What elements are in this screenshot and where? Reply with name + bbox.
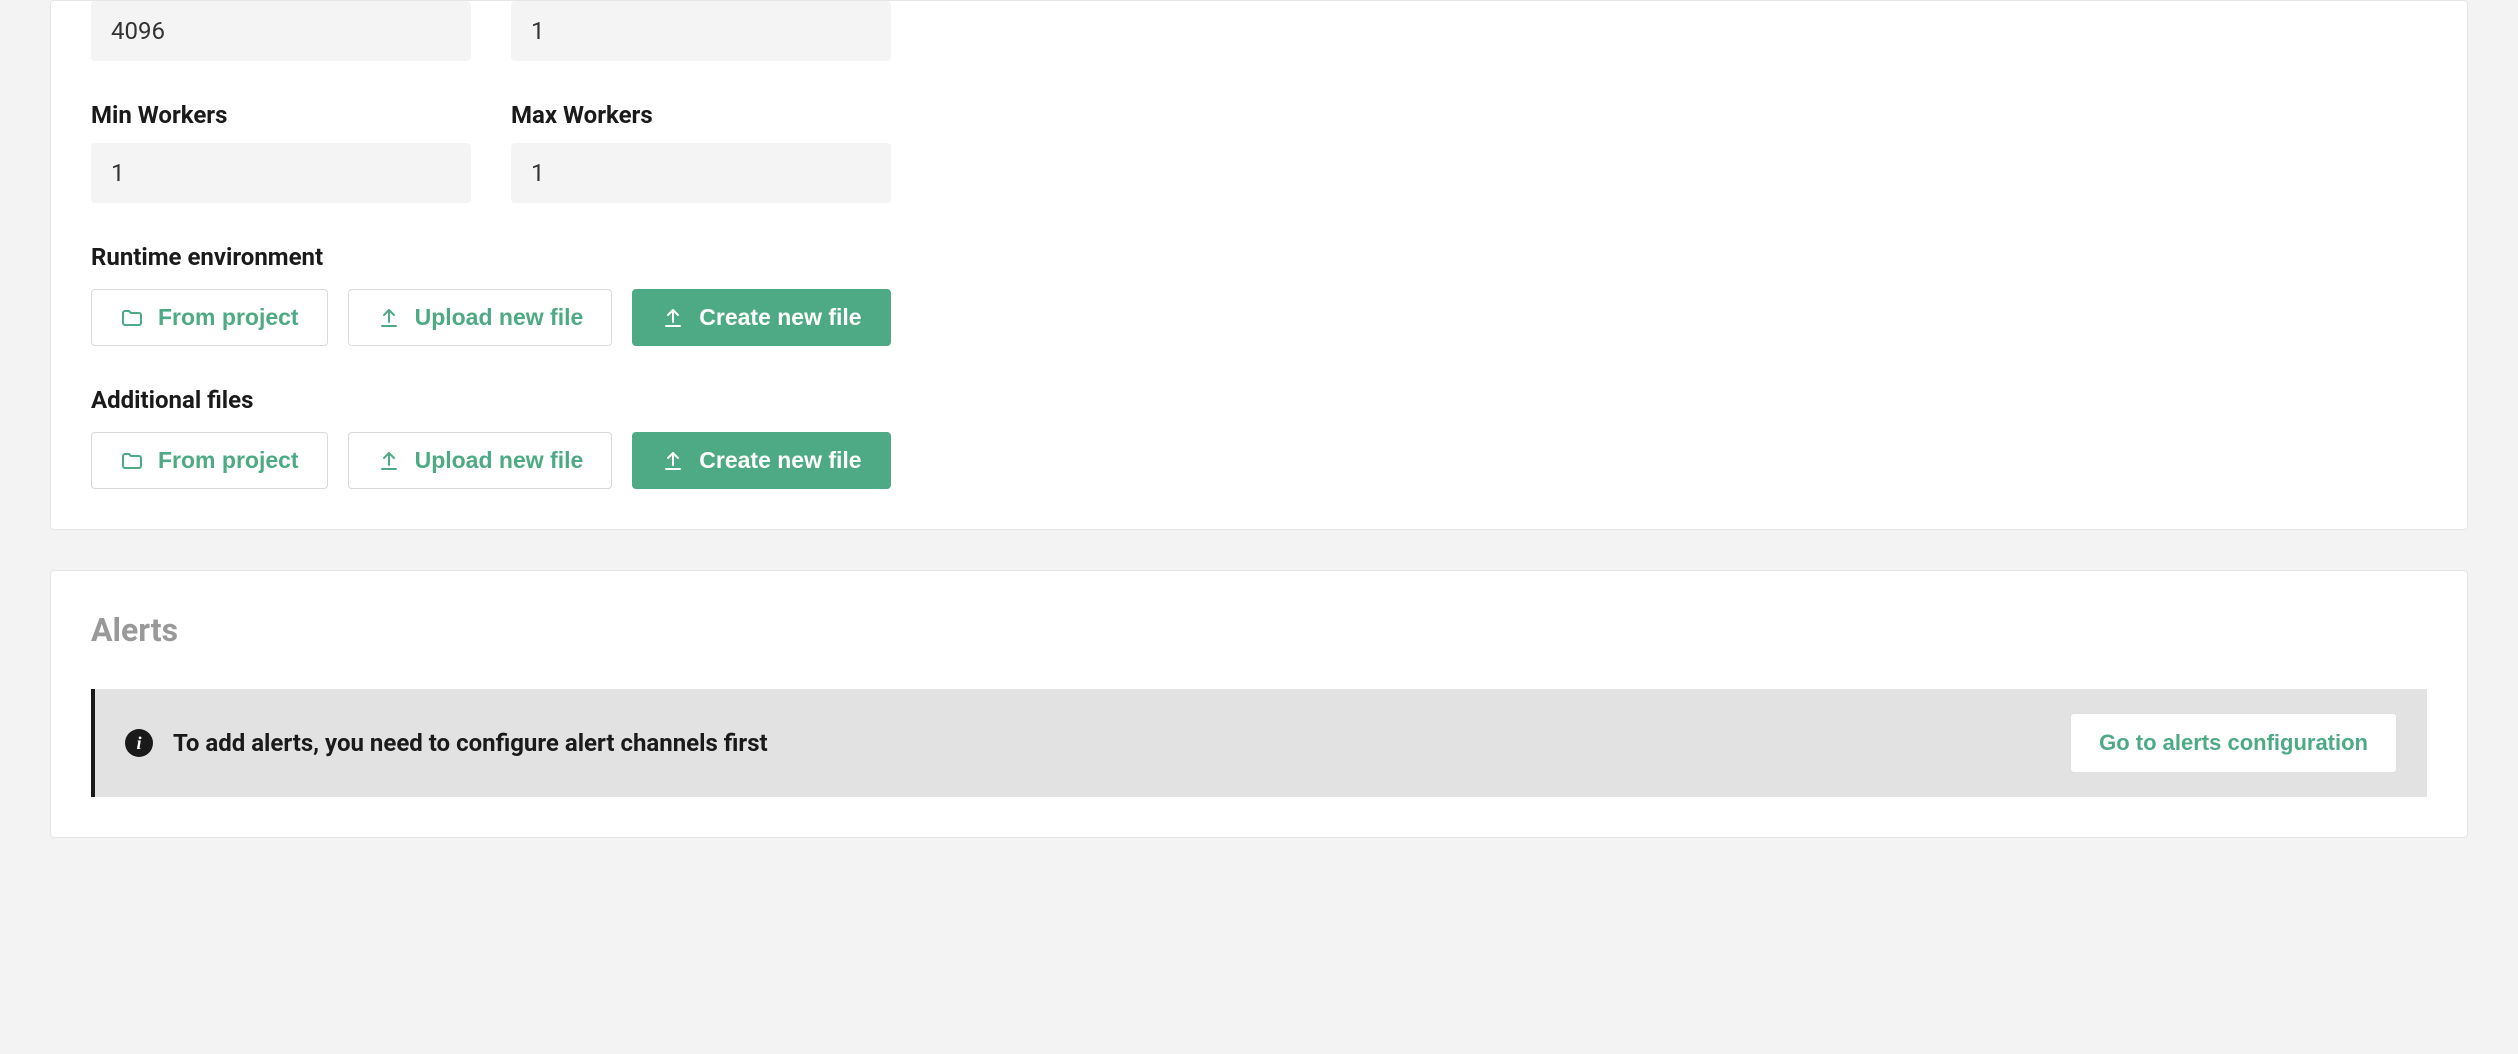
additional-from-project-button[interactable]: From project (91, 432, 328, 489)
upload-icon (377, 449, 401, 473)
additional-create-button[interactable]: Create new file (632, 432, 890, 489)
config-card: 4096 1 Min Workers 1 Max Workers 1 Runti… (50, 0, 2468, 530)
alerts-heading: Alerts (91, 611, 2427, 649)
runtime-from-project-button[interactable]: From project (91, 289, 328, 346)
field-min-workers: Min Workers 1 (91, 101, 471, 203)
alert-message: To add alerts, you need to configure ale… (173, 729, 768, 757)
alerts-card: Alerts i To add alerts, you need to conf… (50, 570, 2468, 838)
field-worker-vcores: 1 (511, 1, 891, 61)
button-label: Upload new file (415, 304, 584, 331)
folder-icon (120, 449, 144, 473)
button-label: From project (158, 447, 299, 474)
button-label: Create new file (699, 447, 861, 474)
worker-memory-input[interactable]: 4096 (91, 1, 471, 61)
runtime-upload-button[interactable]: Upload new file (348, 289, 613, 346)
runtime-create-button[interactable]: Create new file (632, 289, 890, 346)
alert-left: i To add alerts, you need to configure a… (125, 729, 768, 757)
button-label: Create new file (699, 304, 861, 331)
runtime-env-buttons: From project Upload new file Create new … (91, 289, 2427, 346)
field-max-workers: Max Workers 1 (511, 101, 891, 203)
max-workers-label: Max Workers (511, 101, 891, 129)
upload-icon (377, 306, 401, 330)
button-label: From project (158, 304, 299, 331)
info-icon: i (125, 729, 153, 757)
upload-icon (661, 449, 685, 473)
min-workers-label: Min Workers (91, 101, 471, 129)
field-worker-memory: 4096 (91, 1, 471, 61)
min-workers-input[interactable]: 1 (91, 143, 471, 203)
additional-files-buttons: From project Upload new file Create new … (91, 432, 2427, 489)
alert-banner: i To add alerts, you need to configure a… (91, 689, 2427, 797)
form-row-workers: Min Workers 1 Max Workers 1 (91, 101, 2427, 203)
runtime-env-label: Runtime environment (91, 243, 2427, 271)
additional-upload-button[interactable]: Upload new file (348, 432, 613, 489)
go-to-alerts-config-button[interactable]: Go to alerts configuration (2070, 713, 2397, 773)
max-workers-input[interactable]: 1 (511, 143, 891, 203)
button-label: Upload new file (415, 447, 584, 474)
worker-vcores-input[interactable]: 1 (511, 1, 891, 61)
additional-files-label: Additional files (91, 386, 2427, 414)
upload-icon (661, 306, 685, 330)
form-row-memory-cores: 4096 1 (91, 1, 2427, 61)
folder-icon (120, 306, 144, 330)
